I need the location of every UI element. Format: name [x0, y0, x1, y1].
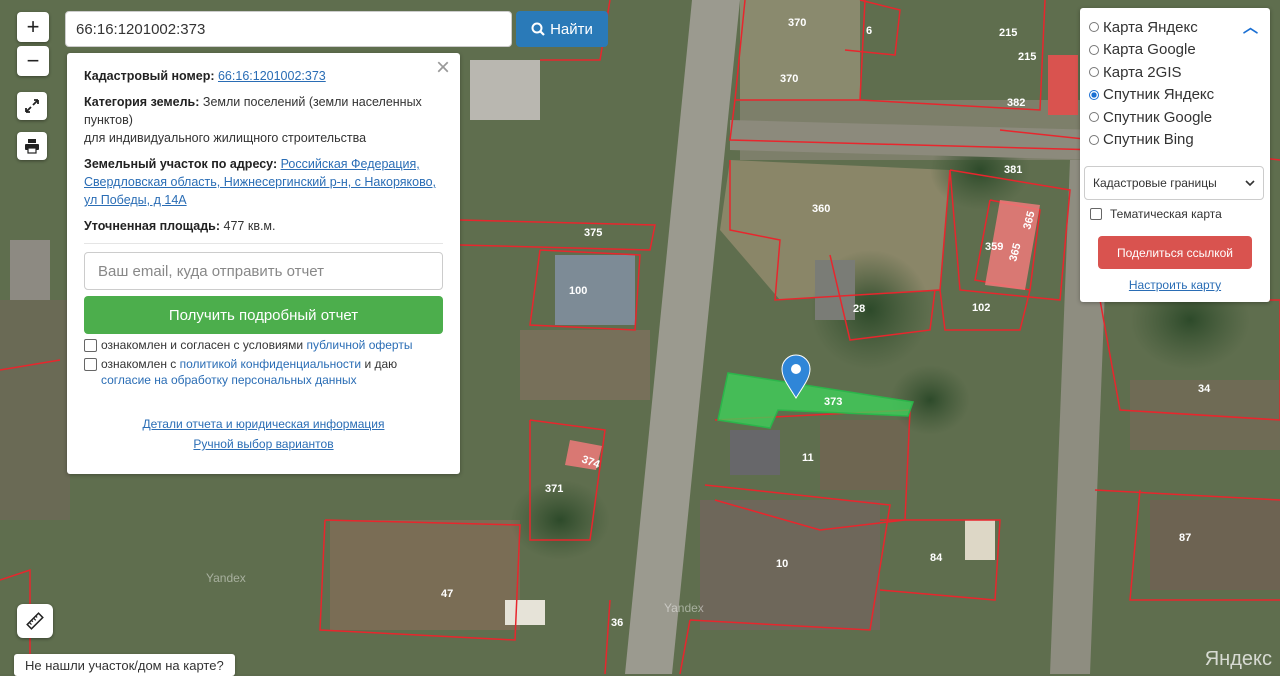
radio-button[interactable] — [1089, 22, 1099, 33]
parcel-label: 370 — [788, 17, 806, 29]
ruler-button[interactable] — [17, 604, 53, 638]
search-button-label: Найти — [550, 20, 593, 38]
basemap-option-label: Спутник Google — [1103, 108, 1213, 126]
radio-button[interactable] — [1089, 112, 1099, 123]
area-row: Уточненная площадь: 477 кв.м. — [84, 217, 443, 235]
close-icon[interactable]: × — [436, 56, 450, 80]
basemap-option[interactable]: Спутник Яндекс — [1089, 84, 1263, 107]
radio-button[interactable] — [1089, 134, 1099, 145]
report-details-link[interactable]: Детали отчета и юридическая информация — [143, 417, 385, 431]
parcel-label: 6 — [866, 25, 872, 37]
basemap-option-label: Карта 2GIS — [1103, 63, 1182, 81]
layers-panel: ︿ Карта Яндекс Карта Google Карта 2GIS Спут… — [1080, 8, 1270, 302]
thematic-label: Тематическая карта — [1110, 207, 1222, 221]
basemap-option[interactable]: Карта Яндекс — [1089, 16, 1263, 39]
consent-offer-text: ознакомлен и согласен с условиями — [101, 338, 304, 352]
thematic-map-toggle[interactable]: Тематическая карта — [1090, 207, 1222, 221]
yandex-logo: Яндекс — [1204, 648, 1272, 670]
parcel-label: 382 — [1007, 97, 1025, 109]
consent-privacy-text: ознакомлен с — [101, 357, 177, 371]
get-report-button[interactable]: Получить подробный отчет — [84, 296, 443, 334]
parcel-label: 359 — [985, 241, 1003, 253]
basemap-option-label: Спутник Bing — [1103, 131, 1194, 149]
overlay-select-value: Кадастровые границы — [1093, 176, 1217, 190]
radio-button[interactable] — [1089, 67, 1099, 78]
parcel-label: 371 — [545, 483, 563, 495]
area-value: 477 кв.м. — [223, 219, 276, 233]
parcel-label: 34 — [1198, 383, 1211, 395]
email-field[interactable] — [84, 252, 443, 290]
basemap-option[interactable]: Карта Google — [1089, 39, 1263, 62]
privacy-link[interactable]: политикой конфиденциальности — [180, 357, 361, 371]
radio-button[interactable] — [1089, 89, 1099, 100]
thematic-checkbox[interactable] — [1090, 208, 1102, 220]
parcel-label: 370 — [780, 73, 798, 85]
parcel-label: 47 — [441, 588, 453, 600]
consent-privacy-mid: и даю — [364, 357, 398, 371]
basemap-option[interactable]: Спутник Bing — [1089, 129, 1263, 152]
parcel-label: 11 — [802, 452, 814, 464]
printer-icon — [25, 139, 39, 154]
zoom-in-button[interactable]: + — [17, 12, 49, 42]
divider — [84, 243, 443, 244]
search-input[interactable] — [65, 11, 512, 47]
manual-selection-link[interactable]: Ручной выбор вариантов — [193, 437, 333, 451]
consent-privacy[interactable]: ознакомлен с политикой конфиденциальност… — [84, 356, 443, 388]
yandex-faint-watermark: Yandex — [206, 571, 246, 585]
parcel-label: 360 — [812, 203, 830, 215]
ruler-icon — [26, 612, 44, 630]
print-button[interactable] — [17, 132, 47, 160]
parcel-label: 215 — [1018, 51, 1036, 63]
basemap-option[interactable]: Карта 2GIS — [1089, 61, 1263, 84]
consent-privacy-checkbox[interactable] — [84, 358, 97, 371]
panel-footer-links: Детали отчета и юридическая информация Р… — [84, 414, 443, 454]
chevron-up-icon[interactable]: ︿ — [1243, 16, 1258, 37]
share-link-button[interactable]: Поделиться ссылкой — [1098, 236, 1252, 269]
search-button[interactable]: Найти — [516, 11, 608, 47]
area-label: Уточненная площадь: — [84, 219, 221, 233]
consent-offer[interactable]: ознакомлен и согласен с условиями публич… — [84, 337, 443, 353]
chevron-down-icon — [1245, 179, 1255, 186]
cadastral-link[interactable]: 66:16:1201002:373 — [218, 69, 326, 83]
basemap-option-label: Карта Яндекс — [1103, 18, 1198, 36]
not-found-button[interactable]: Не нашли участок/дом на карте? — [14, 654, 235, 676]
basemap-option[interactable]: Спутник Google — [1089, 106, 1263, 129]
parcel-label: 84 — [930, 552, 943, 564]
parcel-info-panel: × Кадастровый номер: 66:16:1201002:373 К… — [67, 53, 460, 474]
expand-icon — [25, 99, 39, 113]
category-row: Категория земель: Земли поселений (земли… — [84, 93, 443, 147]
category-label: Категория земель: — [84, 95, 200, 109]
parcel-label: 375 — [584, 227, 602, 239]
personal-data-link[interactable]: согласие на обработку персональных данны… — [101, 373, 357, 387]
parcel-label: 87 — [1179, 532, 1191, 544]
parcel-label: 28 — [853, 303, 865, 315]
basemap-option-label: Карта Google — [1103, 41, 1196, 59]
parcel-label: 100 — [569, 285, 587, 297]
parcel-label: 36 — [611, 617, 623, 629]
search-icon — [531, 22, 545, 36]
basemap-options: Карта Яндекс Карта Google Карта 2GIS Спутни… — [1089, 16, 1263, 151]
basemap-option-label: Спутник Яндекс — [1103, 86, 1215, 104]
category-use: для индивидуального жилищного строительс… — [84, 131, 367, 145]
offer-link[interactable]: публичной оферты — [306, 338, 412, 352]
address-label: Земельный участок по адресу: — [84, 157, 278, 171]
cadastral-label: Кадастровый номер: — [84, 69, 215, 83]
fullscreen-button[interactable] — [17, 92, 47, 120]
zoom-out-button[interactable]: − — [17, 46, 49, 76]
parcel-label: 215 — [999, 27, 1017, 39]
parcel-label: 10 — [776, 558, 788, 570]
overlay-select[interactable]: Кадастровые границы — [1084, 166, 1264, 200]
parcel-label: 102 — [972, 302, 990, 314]
configure-map-link[interactable]: Настроить карту — [1080, 278, 1270, 292]
address-row: Земельный участок по адресу: Российская … — [84, 155, 443, 209]
parcel-label: 373 — [824, 396, 842, 408]
radio-button[interactable] — [1089, 44, 1099, 55]
cadastral-row: Кадастровый номер: 66:16:1201002:373 — [84, 67, 443, 85]
parcel-label: 381 — [1004, 164, 1022, 176]
yandex-faint-watermark: Yandex — [664, 601, 704, 615]
consent-offer-checkbox[interactable] — [84, 339, 97, 352]
